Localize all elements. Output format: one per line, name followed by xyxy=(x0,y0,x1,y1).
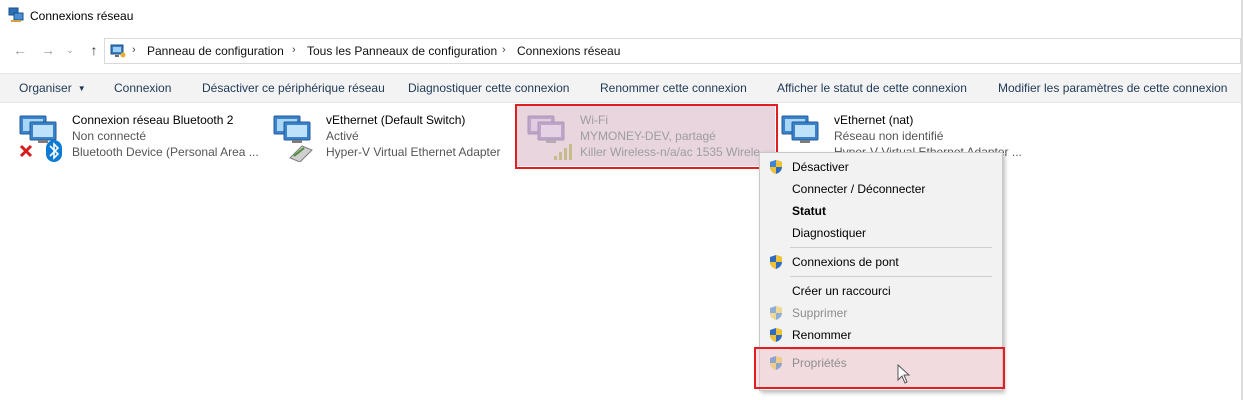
menu-item-label: Supprimer xyxy=(792,306,848,320)
menu-item-status[interactable]: Statut xyxy=(760,200,1002,222)
menu-item-label: Renommer xyxy=(792,328,852,342)
control-panel-icon xyxy=(110,43,126,62)
organize-button[interactable]: Organiser ▼ xyxy=(19,81,86,95)
menu-item-label: Connecter / Déconnecter xyxy=(792,182,926,196)
connection-status: Non connecté xyxy=(72,129,147,143)
menu-item-connect-disconnect[interactable]: Connecter / Déconnecter xyxy=(760,178,1002,200)
chevron-down-icon[interactable]: ⌄ xyxy=(62,42,78,58)
change-settings-button[interactable]: Modifier les paramètres de cette connexi… xyxy=(998,81,1227,95)
uac-shield-icon xyxy=(768,159,784,178)
breadcrumb-separator: › xyxy=(502,44,506,56)
wifi-highlight-frame xyxy=(515,104,778,169)
connection-device: Hyper-V Virtual Ethernet Adapter xyxy=(326,145,501,159)
breadcrumb-separator: › xyxy=(292,44,296,56)
breadcrumb-item[interactable]: Connexions réseau xyxy=(517,44,620,58)
arrow-up-icon[interactable]: ↑ xyxy=(86,42,102,58)
connect-button[interactable]: Connexion xyxy=(114,81,171,95)
menu-item-label: Désactiver xyxy=(792,160,849,174)
menu-item-disable[interactable]: Désactiver xyxy=(760,156,1002,178)
window-title: Connexions réseau xyxy=(30,9,134,23)
arrow-left-icon[interactable]: ← xyxy=(12,42,28,58)
properties-highlight-frame xyxy=(754,347,1005,389)
title-bar: Connexions réseau xyxy=(0,0,1243,32)
uac-shield-icon xyxy=(768,254,784,273)
uac-shield-icon xyxy=(768,305,784,324)
connection-name: vEthernet (nat) xyxy=(834,113,914,127)
caret-down-icon: ▼ xyxy=(77,84,86,93)
breadcrumb-item[interactable]: Tous les Panneaux de configuration xyxy=(307,44,497,58)
mouse-cursor-icon xyxy=(897,363,911,387)
network-connections-icon xyxy=(8,7,24,26)
ethernet-adapter-icon xyxy=(272,112,322,163)
menu-separator xyxy=(790,247,992,248)
menu-item-label: Diagnostiquer xyxy=(792,226,867,240)
diagnose-button[interactable]: Diagnostiquer cette connexion xyxy=(408,81,569,95)
breadcrumb-item[interactable]: Panneau de configuration xyxy=(147,44,284,58)
menu-item-bridge[interactable]: Connexions de pont xyxy=(760,251,1002,273)
menu-item-diagnose[interactable]: Diagnostiquer xyxy=(760,222,1002,244)
menu-item-label: Connexions de pont xyxy=(792,255,899,269)
bluetooth-network-icon xyxy=(18,112,68,162)
connection-name: vEthernet (Default Switch) xyxy=(326,113,466,127)
menu-item-label: Statut xyxy=(792,204,826,218)
menu-item-delete[interactable]: Supprimer xyxy=(760,302,1002,324)
menu-separator xyxy=(790,276,992,277)
view-status-button[interactable]: Afficher le statut de cette connexion xyxy=(777,81,967,95)
connection-name: Connexion réseau Bluetooth 2 xyxy=(72,113,234,127)
rename-button[interactable]: Renommer cette connexion xyxy=(600,81,747,95)
menu-item-label: Créer un raccourci xyxy=(792,284,891,298)
command-bar: Organiser ▼ Connexion Désactiver ce périp… xyxy=(0,73,1241,103)
arrow-right-icon[interactable]: → xyxy=(40,42,56,58)
connection-bluetooth[interactable]: Connexion réseau Bluetooth 2 Non connect… xyxy=(18,110,268,166)
address-bar: ← → ⌄ ↑ › Panneau de configuration › Tou… xyxy=(0,32,1241,70)
breadcrumb-separator: › xyxy=(132,44,136,56)
connection-status: Activé xyxy=(326,129,359,143)
connection-device: Bluetooth Device (Personal Area ... xyxy=(72,145,259,159)
menu-item-create-shortcut[interactable]: Créer un raccourci xyxy=(760,280,1002,302)
connection-status: Réseau non identifié xyxy=(834,129,944,143)
menu-item-rename[interactable]: Renommer xyxy=(760,324,1002,346)
uac-shield-icon xyxy=(768,327,784,346)
address-field[interactable]: › Panneau de configuration › Tous les Pa… xyxy=(104,38,1241,64)
disable-device-button[interactable]: Désactiver ce périphérique réseau xyxy=(202,81,385,95)
connection-vethernet-default[interactable]: vEthernet (Default Switch) Activé Hyper-… xyxy=(272,110,522,166)
